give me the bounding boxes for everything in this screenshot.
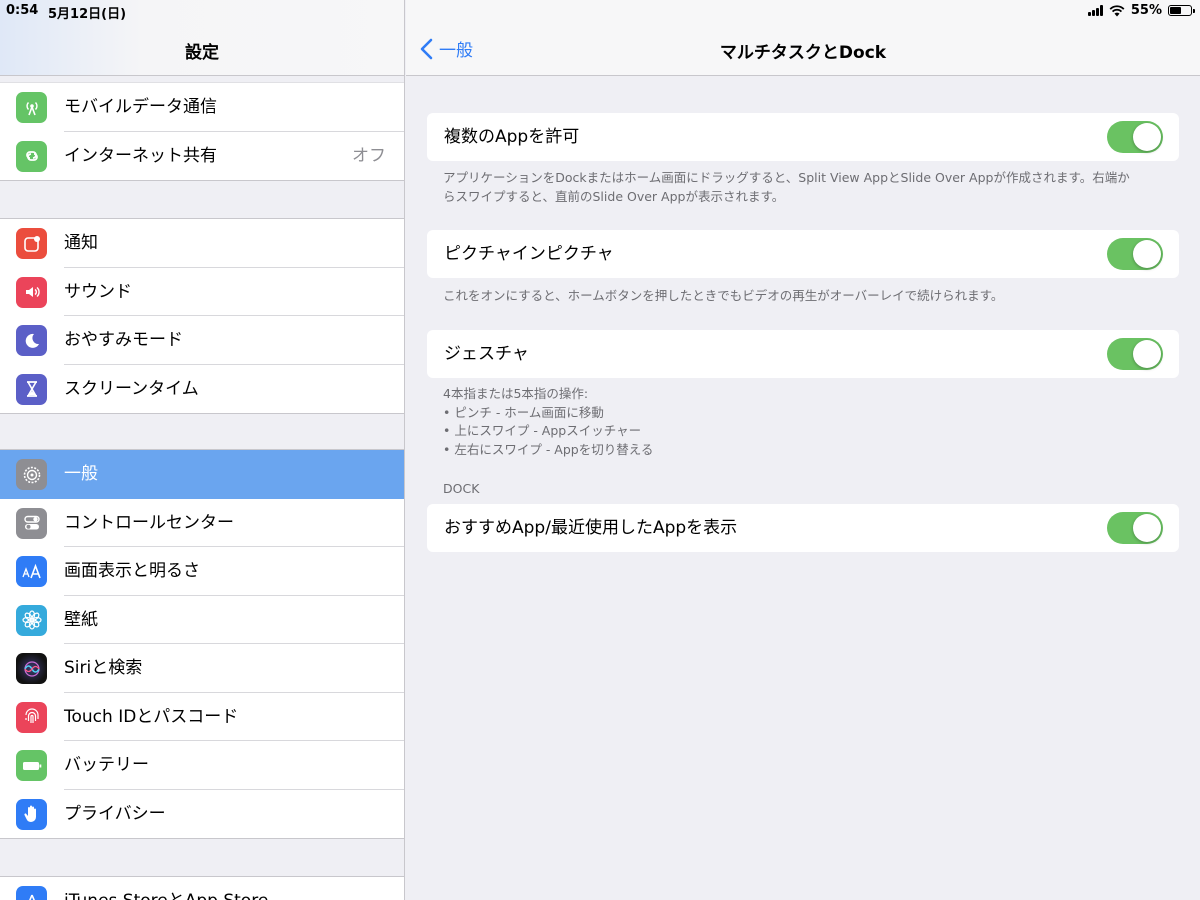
sidebar-item-label: 画面表示と明るさ	[64, 561, 200, 581]
setting-footnote: アプリケーションをDockまたはホーム画面にドラッグすると、Split View…	[443, 169, 1163, 206]
status-time: 0:54	[6, 3, 39, 18]
sidebar: 設定 モバイルデータ通信 インターネット共有 オフ 通知 サウンド おやすみモー…	[0, 0, 405, 900]
footnote-line: • 上にスワイプ - Appスイッチャー	[443, 423, 642, 438]
sidebar-item-siri-search[interactable]: Siriと検索	[0, 644, 404, 693]
picture-in-picture-toggle[interactable]	[1107, 238, 1163, 270]
notification-icon	[16, 228, 47, 259]
sidebar-title: 設定	[185, 43, 219, 63]
detail-pane: 一般 マルチタスクとDock 複数のAppを許可 アプリケーションをDockまた…	[406, 0, 1200, 900]
sidebar-item-label: プライバシー	[64, 803, 166, 824]
sidebar-item-label: スクリーンタイム	[64, 378, 199, 399]
sidebar-item-label: おやすみモード	[64, 330, 183, 350]
status-bar: 0:54 5月12日(日) 55%	[0, 0, 1200, 22]
sidebar-item-screen-time[interactable]: スクリーンタイム	[0, 364, 404, 413]
gear-icon	[16, 459, 47, 490]
section-header-dock: DOCK	[443, 481, 480, 496]
app-store-icon	[16, 886, 47, 900]
sidebar-item-label: iTunes StoreとApp Store	[64, 877, 268, 900]
toggle-knob	[1133, 514, 1161, 542]
battery-fill	[1170, 7, 1181, 14]
setting-label: 複数のAppを許可	[444, 127, 580, 147]
sidebar-item-label: Siriと検索	[64, 658, 143, 678]
moon-icon	[16, 325, 47, 356]
toggle-knob	[1133, 340, 1161, 368]
setting-row-suggested-apps: おすすめApp/最近使用したAppを表示	[427, 504, 1179, 552]
sidebar-item-hotspot[interactable]: インターネット共有 オフ	[0, 131, 404, 180]
toggle-knob	[1133, 240, 1161, 268]
page-title: マルチタスクとDock	[719, 43, 887, 63]
battery-percent: 55%	[1130, 3, 1162, 18]
setting-row-picture-in-picture: ピクチャインピクチャ	[427, 230, 1179, 278]
setting-label: ピクチャインピクチャ	[444, 244, 614, 264]
sidebar-item-control-center[interactable]: コントロールセンター	[0, 498, 404, 547]
sidebar-item-wallpaper[interactable]: 壁紙	[0, 595, 404, 644]
hotspot-status-value: オフ	[352, 145, 386, 166]
toggles-icon	[16, 507, 47, 539]
sidebar-group-stores: iTunes StoreとApp Store	[0, 876, 404, 900]
footnote-line: • 左右にスワイプ - Appを切り替える	[443, 441, 654, 457]
sidebar-item-label: 壁紙	[64, 609, 98, 630]
footnote-line: アプリケーションをDockまたはホーム画面にドラッグすると、Split View…	[443, 170, 1130, 185]
sidebar-item-do-not-disturb[interactable]: おやすみモード	[0, 316, 404, 365]
status-date: 5月12日(日)	[48, 7, 127, 22]
allow-multiple-apps-toggle[interactable]	[1107, 121, 1163, 153]
footnote-line: 4本指または5本指の操作:	[443, 386, 589, 401]
hand-icon	[16, 798, 47, 830]
sidebar-group-system: 一般 コントロールセンター 画面表示と明るさ 壁紙 Siriと検索 Touch …	[0, 449, 404, 839]
sidebar-item-label: Touch IDとパスコード	[64, 706, 239, 727]
antenna-icon	[16, 92, 47, 123]
sidebar-item-app-store[interactable]: iTunes StoreとApp Store	[0, 877, 404, 900]
sidebar-item-label: コントロールセンター	[64, 512, 234, 533]
setting-footnote: 4本指または5本指の操作: • ピンチ - ホーム画面に移動 • 上にスワイプ …	[443, 385, 1163, 459]
fingerprint-icon	[16, 701, 47, 733]
suggested-apps-toggle[interactable]	[1107, 512, 1163, 544]
status-right: 55%	[1087, 3, 1195, 18]
hourglass-icon	[16, 373, 47, 405]
cellular-signal-icon	[1087, 5, 1103, 16]
text-size-icon	[16, 556, 47, 587]
sidebar-item-general[interactable]: 一般	[0, 450, 404, 499]
sidebar-item-label: 一般	[64, 464, 98, 484]
footnote-line: らスワイプすると、直前のSlide Over Appが表示されます。	[443, 188, 785, 204]
sidebar-item-battery[interactable]: バッテリー	[0, 741, 404, 790]
sidebar-group-alerts: 通知 サウンド おやすみモード スクリーンタイム	[0, 218, 404, 414]
link-icon	[16, 140, 47, 172]
setting-label: おすすめApp/最近使用したAppを表示	[444, 518, 738, 538]
sidebar-item-label: サウンド	[64, 281, 132, 302]
footnote-line: これをオンにすると、ホームボタンを押したときでもビデオの再生がオーバーレイで続け…	[443, 288, 1004, 303]
sidebar-item-display[interactable]: 画面表示と明るさ	[0, 547, 404, 596]
sidebar-item-label: バッテリー	[64, 755, 149, 775]
speaker-icon	[16, 276, 47, 308]
sidebar-item-sounds[interactable]: サウンド	[0, 267, 404, 316]
setting-footnote: これをオンにすると、ホームボタンを押したときでもビデオの再生がオーバーレイで続け…	[443, 287, 1163, 306]
siri-icon	[16, 653, 47, 684]
sidebar-item-privacy[interactable]: プライバシー	[0, 789, 404, 838]
wifi-icon	[1109, 4, 1125, 16]
setting-label: ジェスチャ	[444, 344, 529, 364]
footnote-line: • ピンチ - ホーム画面に移動	[443, 404, 604, 420]
sidebar-group-network: モバイルデータ通信 インターネット共有 オフ	[0, 82, 404, 181]
battery-icon	[1168, 5, 1195, 16]
sidebar-item-notifications[interactable]: 通知	[0, 219, 404, 268]
battery-icon	[16, 750, 47, 781]
setting-row-gestures: ジェスチャ	[427, 330, 1179, 378]
flower-icon	[16, 604, 47, 636]
sidebar-item-touch-id[interactable]: Touch IDとパスコード	[0, 692, 404, 741]
sidebar-item-label: モバイルデータ通信	[64, 97, 217, 117]
gestures-toggle[interactable]	[1107, 338, 1163, 370]
toggle-knob	[1133, 123, 1161, 151]
sidebar-item-label: インターネット共有	[64, 145, 217, 166]
sidebar-item-label: 通知	[64, 233, 98, 253]
sidebar-item-cellular[interactable]: モバイルデータ通信	[0, 83, 404, 132]
setting-row-allow-multiple-apps: 複数のAppを許可	[427, 113, 1179, 161]
